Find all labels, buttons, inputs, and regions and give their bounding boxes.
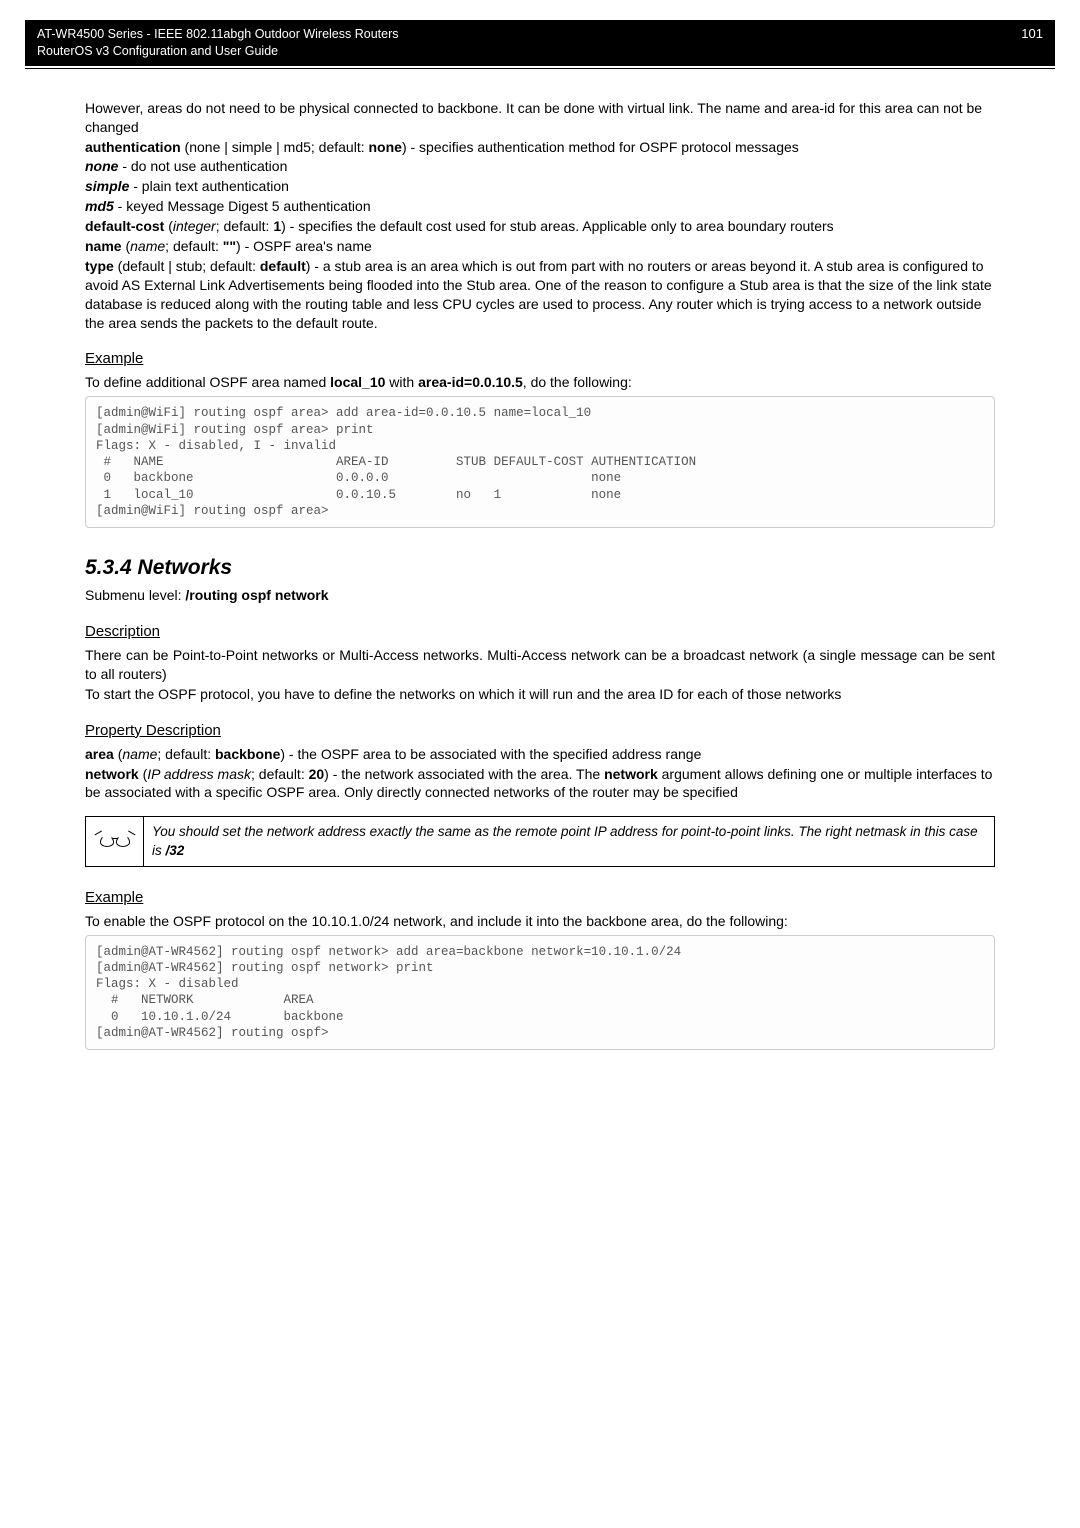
page-number: 101 [1021,26,1043,41]
name-b: name [85,238,122,254]
header-line1: AT-WR4500 Series - IEEE 802.11abgh Outdo… [37,26,399,43]
desc-p1: There can be Point-to-Point networks or … [85,646,995,684]
submenu-b: /routing ospf network [185,587,328,603]
none-t: - do not use authentication [118,158,287,174]
auth-line: authentication (none | simple | md5; def… [85,138,995,157]
property-description-heading: Property Description [85,722,995,739]
header-title-block: AT-WR4500 Series - IEEE 802.11abgh Outdo… [37,26,399,60]
note-text: You should set the network address exact… [144,817,995,866]
area-line: area (name; default: backbone) - the OSP… [85,745,995,764]
net-def: 20 [309,766,325,782]
submenu-line: Submenu level: /routing ospf network [85,586,995,605]
simple-line: simple - plain text authentication [85,177,995,196]
submenu-pre: Submenu level: [85,587,185,603]
note-b: /32 [166,843,185,858]
simple-b: simple [85,178,129,194]
body-content: However, areas do not need to be physica… [55,99,1025,1050]
type-rest: (default | stub; default: [114,258,260,274]
type-b: type [85,258,114,274]
net-tail-b: network [604,766,658,782]
note-box: You should set the network address exact… [85,816,995,866]
example1-heading: Example [85,350,995,367]
dc-def: 1 [273,218,281,234]
network-line: network (IP address mask; default: 20) -… [85,765,995,803]
area-i: name [122,746,157,762]
area-b: area [85,746,114,762]
example1-intro: To define additional OSPF area named loc… [85,373,995,392]
header-rule [25,68,1055,69]
area-rest2: ; default: [157,746,215,762]
name-rest: ( [122,238,131,254]
glasses-icon [98,831,132,847]
name-def: "" [223,238,236,254]
net-rest: ( [139,766,148,782]
ex1-post: , do the following: [523,374,632,390]
dc-b: default-cost [85,218,164,234]
name-tail: ) - OSPF area's name [236,238,372,254]
example2-heading: Example [85,889,995,906]
default-cost-line: default-cost (integer; default: 1) - spe… [85,217,995,236]
auth-rest: (none | simple | md5; default: [181,139,369,155]
net-tail1: ) - the network associated with the area… [324,766,604,782]
auth-tail: ) - specifies authentication method for … [402,139,799,155]
simple-t: - plain text authentication [129,178,289,194]
page: AT-WR4500 Series - IEEE 802.11abgh Outdo… [0,0,1080,1100]
ex1-mid: with [385,374,418,390]
type-line: type (default | stub; default: default) … [85,257,995,333]
area-def: backbone [215,746,280,762]
name-i: name [130,238,165,254]
none-b: none [85,158,118,174]
ex1-b2: area-id=0.0.10.5 [418,374,523,390]
net-b: network [85,766,139,782]
auth-default: none [368,139,401,155]
area-tail: ) - the OSPF area to be associated with … [280,746,701,762]
md5-b: md5 [85,198,114,214]
net-rest2: ; default: [251,766,309,782]
dc-rest: ( [164,218,173,234]
name-line: name (name; default: "") - OSPF area's n… [85,237,995,256]
dc-tail: ) - specifies the default cost used for … [281,218,834,234]
dc-i: integer [173,218,216,234]
dc-rest2: ; default: [216,218,274,234]
example2-intro: To enable the OSPF protocol on the 10.10… [85,912,995,931]
intro-p1: However, areas do not need to be physica… [85,99,995,137]
code-block-2: [admin@AT-WR4562] routing ospf network> … [85,935,995,1051]
glasses-icon-cell [86,817,144,866]
ex1-pre: To define additional OSPF area named [85,374,330,390]
page-header: AT-WR4500 Series - IEEE 802.11abgh Outdo… [25,20,1055,66]
net-i: IP address mask [147,766,251,782]
code-block-1: [admin@WiFi] routing ospf area> add area… [85,396,995,528]
networks-heading: 5.3.4 Networks [85,556,995,580]
description-heading: Description [85,623,995,640]
md5-t: - keyed Message Digest 5 authentication [114,198,371,214]
desc-p2: To start the OSPF protocol, you have to … [85,685,995,704]
note-pre: You should set the network address exact… [152,824,978,857]
header-line2: RouterOS v3 Configuration and User Guide [37,43,399,60]
ex1-b1: local_10 [330,374,385,390]
type-def: default [260,258,306,274]
auth-label: authentication [85,139,181,155]
none-line: none - do not use authentication [85,157,995,176]
name-rest2: ; default: [165,238,223,254]
md5-line: md5 - keyed Message Digest 5 authenticat… [85,197,995,216]
